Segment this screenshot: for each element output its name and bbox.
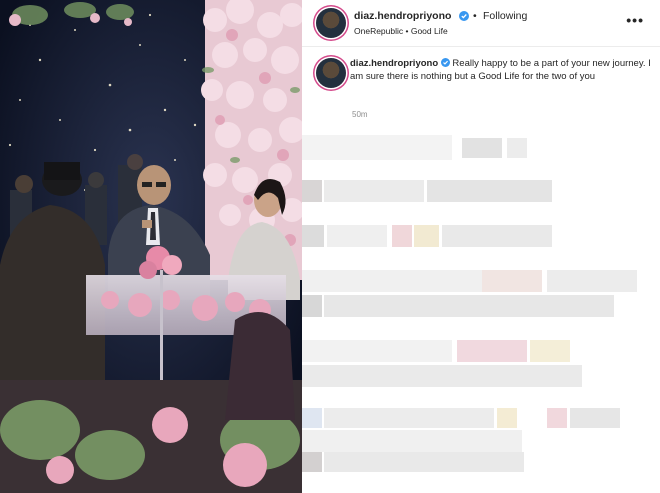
- author-username[interactable]: diaz.hendropriyono: [354, 10, 451, 22]
- caption-avatar[interactable]: [316, 58, 346, 88]
- verified-badge-icon: [440, 58, 450, 67]
- post-music-label[interactable]: OneRepublic • Good Life: [354, 26, 448, 36]
- following-button[interactable]: Following: [483, 10, 527, 22]
- post-caption: diaz.hendropriyono Really happy to be a …: [350, 58, 652, 83]
- post-timestamp: 50m: [352, 110, 368, 119]
- wedding-scene-image: [0, 0, 302, 493]
- verified-badge-icon: [459, 11, 469, 21]
- more-options-icon[interactable]: •••: [626, 12, 644, 28]
- caption-username[interactable]: diaz.hendropriyono: [350, 58, 438, 69]
- blurred-comments: [302, 130, 660, 493]
- post-sidebar: diaz.hendropriyono • Following OneRepubl…: [302, 0, 660, 493]
- author-avatar[interactable]: [316, 8, 346, 38]
- post-photo[interactable]: [0, 0, 302, 493]
- separator-dot: •: [473, 10, 477, 22]
- post-header: diaz.hendropriyono • Following OneRepubl…: [302, 0, 660, 47]
